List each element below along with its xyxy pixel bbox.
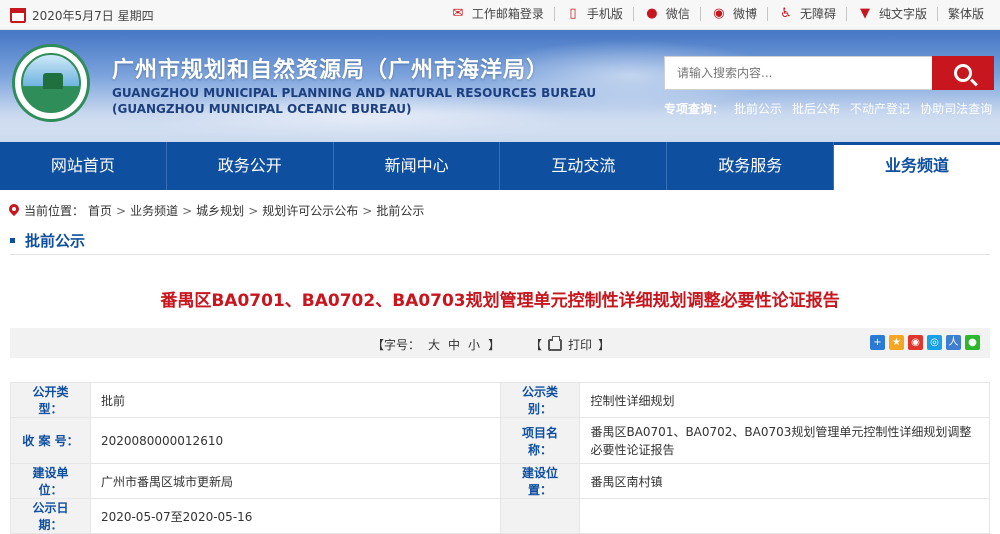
share-qzone-icon[interactable]: ★ <box>889 335 904 350</box>
quick-link-real-estate[interactable]: 不动产登记 <box>850 100 910 117</box>
top-link-wechat[interactable]: ● 微信 <box>634 7 701 21</box>
bureau-logo[interactable] <box>12 44 90 122</box>
quick-link-post-approval[interactable]: 批后公布 <box>792 100 840 117</box>
wechat-icon: ● <box>646 6 658 21</box>
breadcrumb-urban-planning[interactable]: 城乡规划 <box>196 202 244 219</box>
date-display: 2020年5月7日 星期四 <box>10 7 154 24</box>
font-size-medium[interactable]: 中 <box>448 336 460 353</box>
nav-business[interactable]: 业务频道 <box>834 142 1000 190</box>
search-box <box>664 56 994 90</box>
location-pin-icon <box>8 204 20 218</box>
mobile-icon: ▯ <box>569 6 577 21</box>
quick-query-label: 专项查询： <box>664 102 725 116</box>
main-nav: 网站首页 政务公开 新闻中心 互动交流 政务服务 业务频道 <box>0 142 1000 190</box>
article-title: 番禺区BA0701、BA0702、BA0703规划管理单元控制性详细规划调整必要… <box>160 291 840 311</box>
search-button[interactable] <box>932 56 994 90</box>
weibo-icon: ◉ <box>713 6 725 21</box>
share-wechat-icon[interactable]: ● <box>965 335 980 350</box>
font-size-control: 【字号： 大 中 小 】 <box>372 336 501 353</box>
header-banner: 广州市规划和自然资源局（广州市海洋局） GUANGZHOU MUNICIPAL … <box>0 30 1000 142</box>
print-button[interactable]: 【 打印 】 <box>530 335 610 353</box>
breadcrumb-business[interactable]: 业务频道 <box>130 202 178 219</box>
nav-services[interactable]: 政务服务 <box>667 142 835 190</box>
font-size-small[interactable]: 小 <box>468 336 480 353</box>
share-renren-icon[interactable]: 人 <box>946 335 961 350</box>
site-title: 广州市规划和自然资源局（广州市海洋局） <box>112 58 550 83</box>
search-input[interactable] <box>664 56 932 90</box>
top-link-traditional[interactable]: 繁体版 <box>938 7 994 21</box>
nav-home[interactable]: 网站首页 <box>0 142 167 190</box>
section-heading: 批前公示 <box>10 230 85 251</box>
top-links: ✉ 工作邮箱登录 ▯ 手机版 ● 微信 ◉ 微博 ♿ 无障碍 ▼ 纯文字版 繁体… <box>440 7 994 21</box>
breadcrumb: 当前位置： 首页 > 业务频道 > 城乡规划 > 规划许可公示公布 > 批前公示 <box>8 202 424 219</box>
accessibility-icon: ♿ <box>780 6 792 21</box>
article-tools-bar: 【字号： 大 中 小 】 【 打印 】 + ★ ◉ ◎ 人 ● <box>10 328 990 358</box>
table-row: 收 案 号： 2020080000012610 项目名称： 番禺区BA0701、… <box>10 417 990 464</box>
table-row: 建设单位： 广州市番禺区城市更新局 建设位置： 番禺区南村镇 <box>10 463 990 499</box>
breadcrumb-label: 当前位置： <box>24 204 85 218</box>
quick-link-judicial[interactable]: 协助司法查询 <box>920 100 992 117</box>
top-link-mail[interactable]: ✉ 工作邮箱登录 <box>440 7 555 21</box>
bullet-square-icon <box>10 238 15 243</box>
top-link-accessibility[interactable]: ♿ 无障碍 <box>768 7 847 21</box>
breadcrumb-current[interactable]: 批前公示 <box>376 202 424 219</box>
top-link-text-version[interactable]: ▼ 纯文字版 <box>847 7 938 21</box>
site-title-en: GUANGZHOU MUNICIPAL PLANNING AND NATURAL… <box>112 86 597 116</box>
top-link-mobile[interactable]: ▯ 手机版 <box>555 7 634 21</box>
table-row: 公示日期： 2020-05-07至2020-05-16 <box>10 498 990 534</box>
font-size-large[interactable]: 大 <box>428 336 440 353</box>
search-icon <box>954 64 972 82</box>
quick-query-links: 专项查询： 批前公示 批后公布 不动产登记 协助司法查询 <box>664 100 992 117</box>
date-text: 2020年5月7日 星期四 <box>32 9 154 23</box>
share-buttons: + ★ ◉ ◎ 人 ● <box>870 335 980 350</box>
divider <box>10 254 990 255</box>
share-more-icon[interactable]: + <box>870 335 885 350</box>
share-tencent-icon[interactable]: ◎ <box>927 335 942 350</box>
nav-news[interactable]: 新闻中心 <box>334 142 501 190</box>
table-row: 公开类型： 批前 公示类别： 控制性详细规划 <box>10 382 990 418</box>
nav-gov-affairs[interactable]: 政务公开 <box>167 142 334 190</box>
top-utility-bar: 2020年5月7日 星期四 ✉ 工作邮箱登录 ▯ 手机版 ● 微信 ◉ 微博 ♿… <box>0 0 1000 30</box>
printer-icon <box>548 335 563 351</box>
breadcrumb-home[interactable]: 首页 <box>88 202 112 219</box>
quick-link-pre-approval[interactable]: 批前公示 <box>734 100 782 117</box>
breadcrumb-permits[interactable]: 规划许可公示公布 <box>262 202 358 219</box>
share-weibo-icon[interactable]: ◉ <box>908 335 923 350</box>
calendar-icon <box>10 8 26 23</box>
mail-icon: ✉ <box>452 6 464 21</box>
top-link-weibo[interactable]: ◉ 微博 <box>701 7 768 21</box>
shirt-icon: ▼ <box>859 6 870 21</box>
project-info-table: 公开类型： 批前 公示类别： 控制性详细规划 收 案 号： 2020080000… <box>10 382 990 534</box>
nav-interaction[interactable]: 互动交流 <box>500 142 668 190</box>
